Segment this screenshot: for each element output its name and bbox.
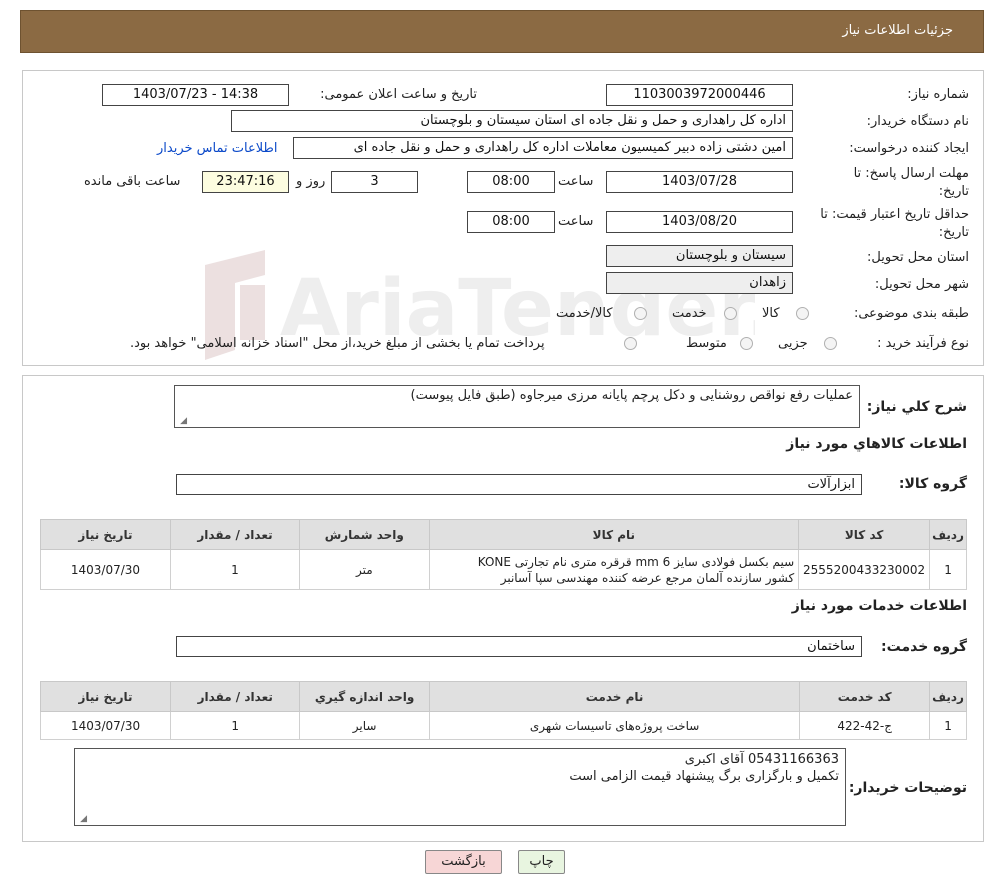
description-text: عملیات رفع نواقص روشنایی و دکل پرچم پایا… <box>410 388 853 403</box>
col-row: رديف <box>929 681 967 712</box>
service-group-label: گروه خدمت: <box>881 639 967 655</box>
col-unit: واحد شمارش <box>299 519 430 550</box>
cell-name: سیم بکسل فولادی سایز 6 mm قرقره متری نام… <box>428 549 800 590</box>
cell-row: 1 <box>929 711 967 740</box>
goods-group-label: گروه کالا: <box>898 476 967 492</box>
services-section-title: اطلاعات خدمات مورد نياز <box>791 598 967 614</box>
category-radio-goods-service[interactable] <box>634 307 647 320</box>
category-radio-goods[interactable] <box>796 307 809 320</box>
services-table-header: رديف کد خدمت نام خدمت واحد اندازه گيري ت… <box>39 681 967 712</box>
remaining-time-label: ساعت باقی مانده <box>84 174 181 189</box>
process-option-minor: جزیی <box>778 336 808 351</box>
col-date: تاريخ نياز <box>39 681 172 712</box>
goods-table-header: رديف کد کالا نام کالا واحد شمارش تعداد /… <box>40 519 967 550</box>
buyer-notes-label: توضيحات خريدار: <box>848 780 967 796</box>
col-qty: تعداد / مقدار <box>169 519 301 550</box>
validity-label: حداقل تاریخ اعتبار قیمت: تا <box>820 207 969 222</box>
cell-code: ج-42-422 <box>799 711 931 740</box>
buyer-notes-line2: تکمیل و بارگزاری برگ پیشنهاد قیمت الزامی… <box>569 769 839 784</box>
col-name: نام خدمت <box>428 681 801 712</box>
cell-unit: متر <box>299 549 430 590</box>
city-field: زاهدان <box>606 272 793 294</box>
city-label: شهر محل تحویل: <box>874 277 969 292</box>
validity-date-field: 1403/08/20 <box>606 211 793 233</box>
cell-code: 2555200433230002 <box>798 549 931 590</box>
col-row: رديف <box>929 519 967 550</box>
back-button[interactable]: بازگشت <box>425 850 502 874</box>
announce-label: تاریخ و ساعت اعلان عمومی: <box>320 87 477 102</box>
col-unit: واحد اندازه گيري <box>299 681 430 712</box>
treasury-note: پرداخت تمام یا بخشی از مبلغ خرید،از محل … <box>130 336 545 351</box>
col-date: تاريخ نياز <box>40 519 171 550</box>
description-label: شرح کلي نياز: <box>866 399 967 415</box>
table-row: 1 ج-42-422 ساخت پروژه‌های تاسیسات شهری س… <box>39 711 967 740</box>
category-option-goods-service: کالا/خدمت <box>556 306 613 321</box>
process-radio-minor[interactable] <box>824 337 837 350</box>
category-option-goods: کالا <box>762 306 780 321</box>
deadline-label-date: تاریخ: <box>938 184 969 199</box>
resize-handle-icon[interactable]: ◢ <box>177 416 187 426</box>
print-button[interactable]: چاپ <box>518 850 565 874</box>
announce-datetime-field: 1403/07/23 - 14:38 <box>102 84 289 106</box>
process-radio-medium[interactable] <box>740 337 753 350</box>
goods-section-title: اطلاعات کالاهاي مورد نياز <box>786 436 967 452</box>
deadline-time-field: 08:00 <box>467 171 555 193</box>
category-label: طبقه بندی موضوعی: <box>853 306 969 321</box>
days-field: 3 <box>331 171 418 193</box>
creator-label: ایجاد کننده درخواست: <box>849 141 969 156</box>
cell-row: 1 <box>929 549 967 590</box>
resize-handle-icon[interactable]: ◢ <box>77 814 87 824</box>
validity-time-field: 08:00 <box>467 211 555 233</box>
buyer-org-label: نام دستگاه خریدار: <box>866 114 969 129</box>
page-title: جزئیات اطلاعات نیاز <box>842 23 953 38</box>
col-qty: تعداد / مقدار <box>170 681 301 712</box>
page-header: جزئیات اطلاعات نیاز <box>20 10 984 53</box>
col-name: نام کالا <box>428 519 800 550</box>
services-table: رديف کد خدمت نام خدمت واحد اندازه گيري ت… <box>39 681 967 740</box>
cell-qty: 1 <box>170 711 301 740</box>
cell-qty: 1 <box>169 549 301 590</box>
need-number-label: شماره نیاز: <box>907 87 969 102</box>
goods-table: رديف کد کالا نام کالا واحد شمارش تعداد /… <box>40 519 967 590</box>
buyer-notes-textarea: 05431166363 آقای اکبری تکمیل و بارگزاری … <box>74 748 846 826</box>
province-field: سیستان و بلوچستان <box>606 245 793 267</box>
buyer-contact-link[interactable]: اطلاعات تماس خریدار <box>157 141 277 156</box>
category-option-service: خدمت <box>672 306 707 321</box>
treasury-checkbox[interactable] <box>624 337 637 350</box>
deadline-label: مهلت ارسال پاسخ: تا <box>853 166 969 181</box>
province-label: استان محل تحویل: <box>867 250 969 265</box>
description-textarea: عملیات رفع نواقص روشنایی و دکل پرچم پایا… <box>174 385 860 428</box>
deadline-time-label: ساعت <box>558 174 594 189</box>
cell-date: 1403/07/30 <box>39 711 172 740</box>
cell-date: 1403/07/30 <box>40 549 171 590</box>
cell-name: ساخت پروژه‌های تاسیسات شهری <box>428 711 801 740</box>
cell-name-line2: کشور سازنده آلمان مرجع عرضه کننده مهندسی… <box>500 570 795 585</box>
table-row: 1 2555200433230002 سیم بکسل فولادی سایز … <box>40 549 967 590</box>
validity-label-date: تاریخ: <box>938 225 969 240</box>
need-number-field: 1103003972000446 <box>606 84 793 106</box>
buyer-notes-line1: 05431166363 آقای اکبری <box>684 752 839 767</box>
goods-group-field: ابزارآلات <box>176 474 862 495</box>
creator-field: امین دشتی زاده دبیر کمیسیون معاملات ادار… <box>293 137 793 159</box>
validity-time-label: ساعت <box>558 214 594 229</box>
col-code: کد خدمت <box>799 681 931 712</box>
buyer-org-field: اداره کل راهداری و حمل و نقل جاده ای است… <box>231 110 793 132</box>
cell-unit: سایر <box>299 711 430 740</box>
deadline-date-field: 1403/07/28 <box>606 171 793 193</box>
service-group-field: ساختمان <box>176 636 862 657</box>
cell-name-line1: سیم بکسل فولادی سایز 6 mm قرقره متری نام… <box>477 554 795 569</box>
col-code: کد کالا <box>798 519 931 550</box>
process-label: نوع فرآیند خرید : <box>877 336 969 351</box>
days-label: روز و <box>296 174 326 189</box>
category-radio-service[interactable] <box>724 307 737 320</box>
remaining-time-field: 23:47:16 <box>202 171 289 193</box>
process-option-medium: متوسط <box>686 336 727 351</box>
